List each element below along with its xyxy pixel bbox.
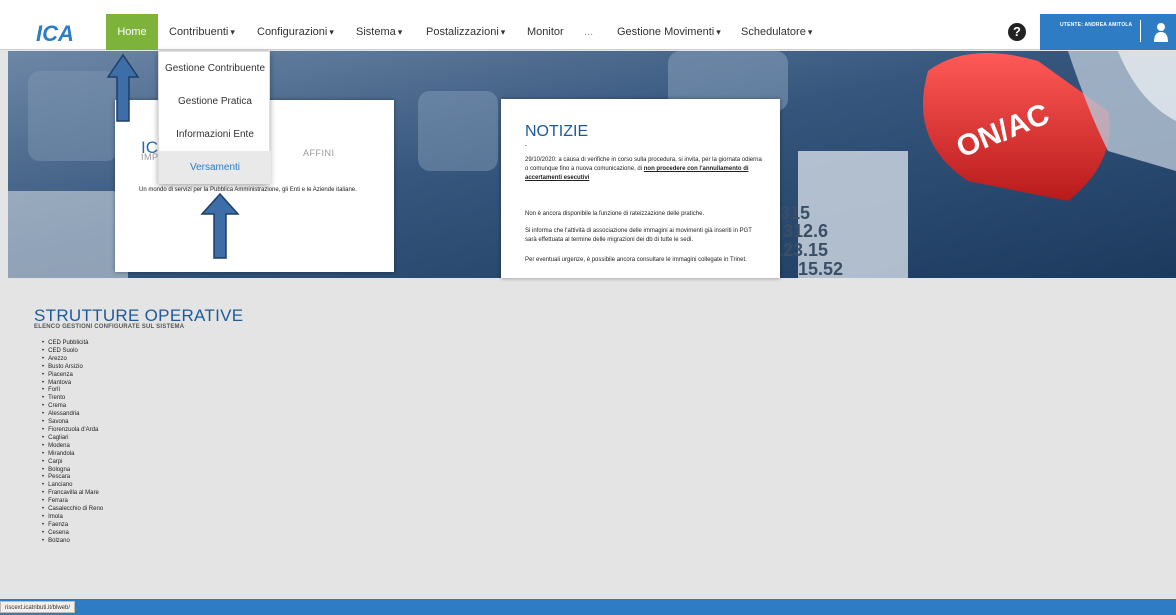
nav-home[interactable]: Home — [106, 14, 158, 50]
list-item: Ferrara — [48, 498, 103, 506]
chevron-down-icon: ▾ — [329, 27, 334, 37]
nav-sistema[interactable]: Sistema ▾ — [356, 14, 402, 50]
list-item: Lanciano — [48, 482, 103, 490]
list-item: Alessandria — [48, 411, 103, 419]
hero-number-1: 315 — [780, 203, 810, 223]
menu-item-informazioni-ente[interactable]: Informazioni Ente — [159, 118, 271, 151]
nav-sistema-label: Sistema — [356, 26, 396, 38]
intro-card-subtitle: IMP — [141, 152, 159, 162]
nav-schedulatore-label: Schedulatore — [741, 26, 806, 38]
list-item: Busto Arsizio — [48, 364, 103, 372]
chevron-down-icon: ▾ — [716, 27, 721, 37]
list-item: CED Pubblicità — [48, 340, 103, 348]
chevron-down-icon: ▾ — [230, 27, 235, 37]
news-title: NOTIZIE — [525, 123, 589, 140]
contribuenti-dropdown: Gestione Contribuente Gestione Pratica I… — [158, 51, 271, 184]
nav-schedulatore[interactable]: Schedulatore ▾ — [741, 14, 812, 50]
list-item: Piacenza — [48, 372, 103, 380]
nav-contribuenti-label: Contribuenti — [169, 26, 229, 38]
nav-monitor[interactable]: Monitor — [527, 14, 564, 50]
news-paragraph-1: 29/10/2020: a causa di verifiche in cors… — [525, 156, 765, 183]
list-item: Savona — [48, 419, 103, 427]
up-arrow-annotation-1 — [106, 53, 140, 122]
nav-postalizzazioni-label: Postalizzazioni — [426, 26, 499, 38]
nav-ellipsis-label: ... — [584, 26, 594, 38]
nav-contribuenti[interactable]: Contribuenti ▾ — [169, 14, 235, 50]
nav-ellipsis[interactable]: ... — [584, 14, 593, 50]
question-circle-icon[interactable]: ? — [1008, 23, 1026, 41]
list-item: Cesena — [48, 530, 103, 538]
news-dash: - — [525, 143, 527, 149]
list-item: Cagliari — [48, 435, 103, 443]
list-item: Bolzano — [48, 538, 103, 546]
menu-item-versamenti[interactable]: Versamenti — [159, 151, 271, 184]
intro-card-text: Un mondo di servizi per la Pubblica Ammi… — [139, 187, 357, 193]
menu-item-gestione-pratica[interactable]: Gestione Pratica — [159, 85, 271, 118]
list-item: Mantova — [48, 380, 103, 388]
strutture-list: CED PubblicitàCED SuoloArezzoBusto Arsiz… — [48, 340, 103, 546]
user-label: UTENTE: ANDREA AMITOLA — [1060, 22, 1133, 28]
hero-number-4: 15.52 — [798, 259, 843, 278]
list-item: Forlì — [48, 387, 103, 395]
list-item: Carpi — [48, 459, 103, 467]
list-item: Pescara — [48, 474, 103, 482]
nav-configurazioni[interactable]: Configurazioni ▾ — [257, 14, 334, 50]
nav-postalizzazioni[interactable]: Postalizzazioni ▾ — [426, 14, 505, 50]
up-arrow-annotation-2 — [200, 192, 240, 259]
hero-number-3: 123.15 — [773, 240, 828, 260]
nav-home-label: Home — [117, 26, 147, 38]
user-separator — [1140, 20, 1141, 42]
chevron-down-icon: ▾ — [500, 27, 506, 37]
nav-monitor-label: Monitor — [527, 26, 564, 38]
list-item: Faenza — [48, 522, 103, 530]
user-icon[interactable] — [1154, 22, 1168, 42]
nav-gestione-movimenti[interactable]: Gestione Movimenti ▾ — [617, 14, 721, 50]
list-item: Arezzo — [48, 356, 103, 364]
status-bar: riscext.icatributi.it/blweb/ — [0, 599, 1176, 615]
chevron-down-icon: ▾ — [397, 27, 403, 37]
nav-configurazioni-label: Configurazioni — [257, 26, 328, 38]
news-card: NOTIZIE - 29/10/2020: a causa di verific… — [501, 99, 780, 278]
list-item: Crema — [48, 403, 103, 411]
list-item: Mirandola — [48, 451, 103, 459]
news-paragraph-4: Per eventuali urgenze, è possibile ancor… — [525, 257, 747, 263]
list-item: Bologna — [48, 467, 103, 475]
news-paragraph-2: Non è ancora disponibile la funzione di … — [525, 211, 705, 217]
status-url: riscext.icatributi.it/blweb/ — [0, 601, 76, 613]
logo-text: ICA — [36, 21, 74, 45]
ica-logo: ICA — [34, 21, 92, 45]
list-item: Trento — [48, 395, 103, 403]
nav-gestione-movimenti-label: Gestione Movimenti — [617, 26, 715, 38]
list-item: Francavilla al Mare — [48, 490, 103, 498]
strutture-subtitle: ELENCO GESTIONI CONFIGURATE SUL SISTEMA — [34, 324, 185, 330]
news-paragraph-3: Si informa che l'attività di associazion… — [525, 228, 752, 243]
hero-number-2: 312.6 — [783, 221, 828, 241]
intro-card-subtitle-tail: AFFINI — [303, 148, 335, 158]
list-item: Fiorenzuola d'Arda — [48, 427, 103, 435]
list-item: Imola — [48, 514, 103, 522]
chevron-down-icon: ▾ — [807, 27, 813, 37]
list-item: CED Suolo — [48, 348, 103, 356]
menu-item-gestione-contribuente[interactable]: Gestione Contribuente — [159, 52, 271, 85]
user-menu[interactable]: UTENTE: ANDREA AMITOLA — [1040, 14, 1176, 50]
list-item: Modena — [48, 443, 103, 451]
browser-top-strip — [0, 0, 1176, 14]
list-item: Casalecchio di Reno — [48, 506, 103, 514]
top-navbar: ICA Home Contribuenti ▾ Configurazioni ▾ S… — [0, 14, 1176, 50]
strutture-title: STRUTTURE OPERATIVE — [34, 306, 244, 325]
